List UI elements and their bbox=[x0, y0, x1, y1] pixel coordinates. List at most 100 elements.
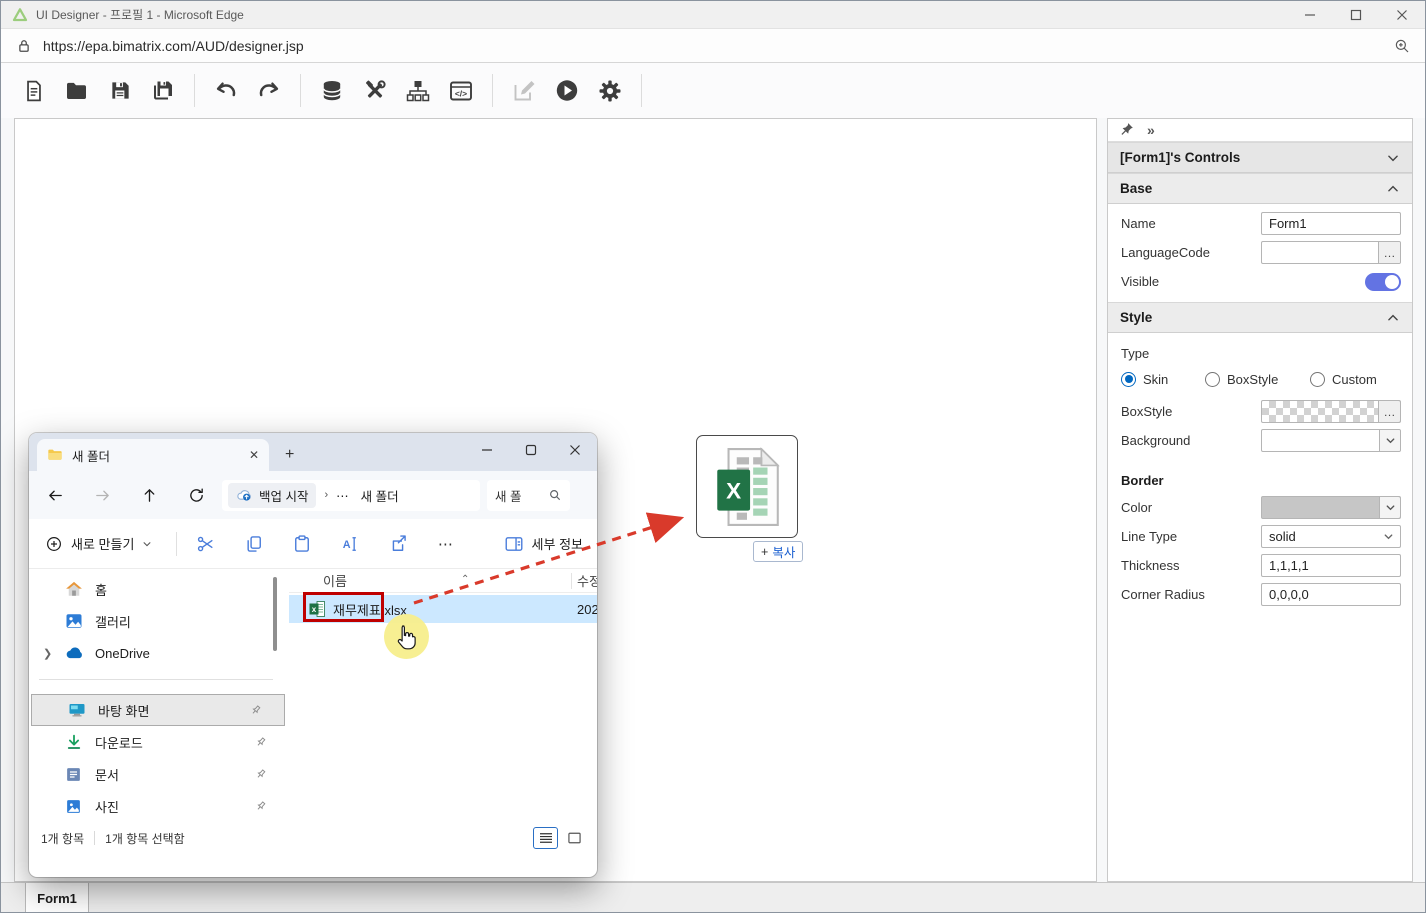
close-button[interactable] bbox=[1379, 1, 1425, 28]
annotation-highlight-box bbox=[303, 592, 384, 622]
share-icon[interactable] bbox=[387, 533, 409, 555]
corner-radius-label: Corner Radius bbox=[1121, 587, 1261, 602]
controls-header[interactable]: [Form1]'s Controls bbox=[1108, 142, 1412, 173]
toolbar-separator bbox=[194, 74, 195, 107]
column-name[interactable]: 이름 bbox=[323, 571, 347, 590]
new-item-button[interactable]: 새로 만들기 bbox=[45, 534, 152, 553]
more-options-button[interactable]: ⋯ bbox=[435, 533, 457, 555]
details-view-button[interactable] bbox=[533, 827, 558, 849]
sidebar-item-home[interactable]: 홈 bbox=[29, 573, 289, 605]
drag-copy-badge: + 복사 bbox=[753, 541, 803, 562]
dropped-excel-control[interactable]: X bbox=[696, 435, 798, 538]
status-divider bbox=[94, 831, 95, 845]
save-all-icon[interactable] bbox=[151, 79, 175, 103]
copy-icon[interactable] bbox=[243, 533, 265, 555]
maximize-button[interactable] bbox=[1333, 1, 1379, 28]
sidebar-item-pictures[interactable]: 사진 bbox=[29, 790, 289, 822]
paste-icon[interactable] bbox=[291, 533, 313, 555]
rename-icon[interactable]: A bbox=[339, 533, 361, 555]
type-radio-row: Skin BoxStyle Custom bbox=[1108, 365, 1412, 393]
corner-radius-input[interactable] bbox=[1261, 583, 1401, 606]
sidebar-item-downloads[interactable]: 다운로드 bbox=[29, 726, 289, 758]
explorer-tab-title: 새 폴더 bbox=[72, 446, 110, 465]
sidebar-item-documents[interactable]: 문서 bbox=[29, 758, 289, 790]
background-dropdown-button[interactable] bbox=[1379, 430, 1400, 451]
explorer-minimize-button[interactable] bbox=[481, 443, 493, 461]
folder-icon bbox=[47, 447, 63, 463]
search-box[interactable]: 새 폴 bbox=[487, 480, 570, 511]
cut-icon[interactable] bbox=[195, 533, 217, 555]
visible-toggle[interactable] bbox=[1365, 273, 1401, 291]
radio-custom[interactable] bbox=[1310, 372, 1325, 387]
border-color-dropdown-button[interactable] bbox=[1379, 497, 1400, 518]
sidebar-item-desktop[interactable]: 바탕 화면 bbox=[31, 694, 285, 726]
minimize-button[interactable] bbox=[1287, 1, 1333, 28]
expand-chevron-icon[interactable]: ❯ bbox=[43, 647, 52, 660]
new-file-icon[interactable] bbox=[22, 79, 46, 103]
edge-window: UI Designer - 프로필 1 - Microsoft Edge htt… bbox=[0, 0, 1426, 913]
details-pane-button[interactable]: 세부 정보 bbox=[504, 534, 583, 553]
large-icons-view-button[interactable] bbox=[562, 827, 587, 849]
tools-icon[interactable] bbox=[363, 79, 387, 103]
database-icon[interactable] bbox=[320, 79, 344, 103]
new-tab-button[interactable]: + bbox=[285, 446, 294, 464]
refresh-icon[interactable] bbox=[182, 487, 210, 504]
boxstyle-browse-button[interactable]: … bbox=[1378, 401, 1400, 422]
explorer-tab[interactable]: 새 폴더 ✕ bbox=[37, 439, 269, 471]
tab-close-icon[interactable]: ✕ bbox=[249, 448, 259, 462]
sitemap-icon[interactable] bbox=[406, 79, 430, 103]
details-pane-icon bbox=[504, 535, 524, 553]
breadcrumb-chevron[interactable]: › bbox=[324, 489, 328, 501]
run-icon[interactable] bbox=[555, 79, 579, 103]
breadcrumb-more[interactable]: ⋯ bbox=[336, 488, 349, 503]
plus-icon: + bbox=[761, 545, 768, 559]
downloads-icon bbox=[65, 733, 83, 751]
open-folder-icon[interactable] bbox=[65, 79, 89, 103]
window-title: UI Designer - 프로필 1 - Microsoft Edge bbox=[36, 6, 244, 23]
chevron-up-icon bbox=[1386, 182, 1400, 196]
url-bar[interactable]: https://epa.bimatrix.com/AUD/designer.js… bbox=[1, 29, 1425, 63]
onedrive-backup-icon bbox=[236, 488, 253, 502]
base-section-header[interactable]: Base bbox=[1108, 173, 1412, 204]
backup-chip[interactable]: 백업 시작 bbox=[228, 483, 316, 508]
breadcrumb-folder[interactable]: 새 폴더 bbox=[361, 486, 399, 505]
back-icon[interactable] bbox=[41, 487, 69, 504]
up-icon[interactable] bbox=[135, 487, 163, 504]
properties-panel: » [Form1]'s Controls Base Name LanguageC… bbox=[1107, 118, 1413, 882]
code-icon[interactable]: </> bbox=[449, 79, 473, 103]
url-text[interactable]: https://epa.bimatrix.com/AUD/designer.js… bbox=[43, 38, 304, 54]
zoom-page-icon[interactable] bbox=[1393, 37, 1411, 55]
gallery-icon bbox=[65, 612, 83, 630]
chevron-down-icon bbox=[1385, 435, 1396, 446]
languagecode-browse-button[interactable]: … bbox=[1378, 242, 1400, 263]
style-section-header[interactable]: Style bbox=[1108, 302, 1412, 333]
column-modified[interactable]: 수정 bbox=[577, 571, 597, 590]
desktop-icon bbox=[68, 702, 86, 718]
pin-icon[interactable] bbox=[1120, 122, 1134, 139]
undo-icon[interactable] bbox=[214, 79, 238, 103]
pin-icon bbox=[249, 704, 262, 717]
line-type-select[interactable]: solid bbox=[1261, 525, 1401, 548]
tab-form1[interactable]: Form1 bbox=[25, 883, 89, 913]
settings-icon[interactable] bbox=[598, 79, 622, 103]
svg-text:X: X bbox=[726, 478, 741, 503]
collapse-panel-icon[interactable]: » bbox=[1147, 122, 1155, 138]
radio-skin[interactable] bbox=[1121, 372, 1136, 387]
radio-boxstyle[interactable] bbox=[1205, 372, 1220, 387]
thickness-input[interactable] bbox=[1261, 554, 1401, 577]
address-bar[interactable]: 백업 시작 › ⋯ 새 폴더 bbox=[222, 480, 480, 511]
save-icon[interactable] bbox=[108, 79, 132, 103]
explorer-statusbar: 1개 항목 1개 항목 선택함 bbox=[29, 825, 597, 851]
status-selected-count: 1개 항목 선택함 bbox=[105, 830, 185, 847]
sidebar-divider bbox=[39, 679, 273, 680]
sidebar-item-onedrive[interactable]: ❯ OneDrive bbox=[29, 637, 289, 669]
onedrive-icon bbox=[65, 646, 84, 660]
column-divider[interactable] bbox=[571, 573, 572, 589]
explorer-maximize-button[interactable] bbox=[525, 443, 537, 461]
redo-icon[interactable] bbox=[257, 79, 281, 103]
name-input[interactable] bbox=[1261, 212, 1401, 235]
sidebar-scrollbar[interactable] bbox=[273, 577, 277, 651]
explorer-close-button[interactable] bbox=[569, 443, 581, 461]
svg-text:</>: </> bbox=[455, 88, 467, 98]
sidebar-item-gallery[interactable]: 갤러리 bbox=[29, 605, 289, 637]
